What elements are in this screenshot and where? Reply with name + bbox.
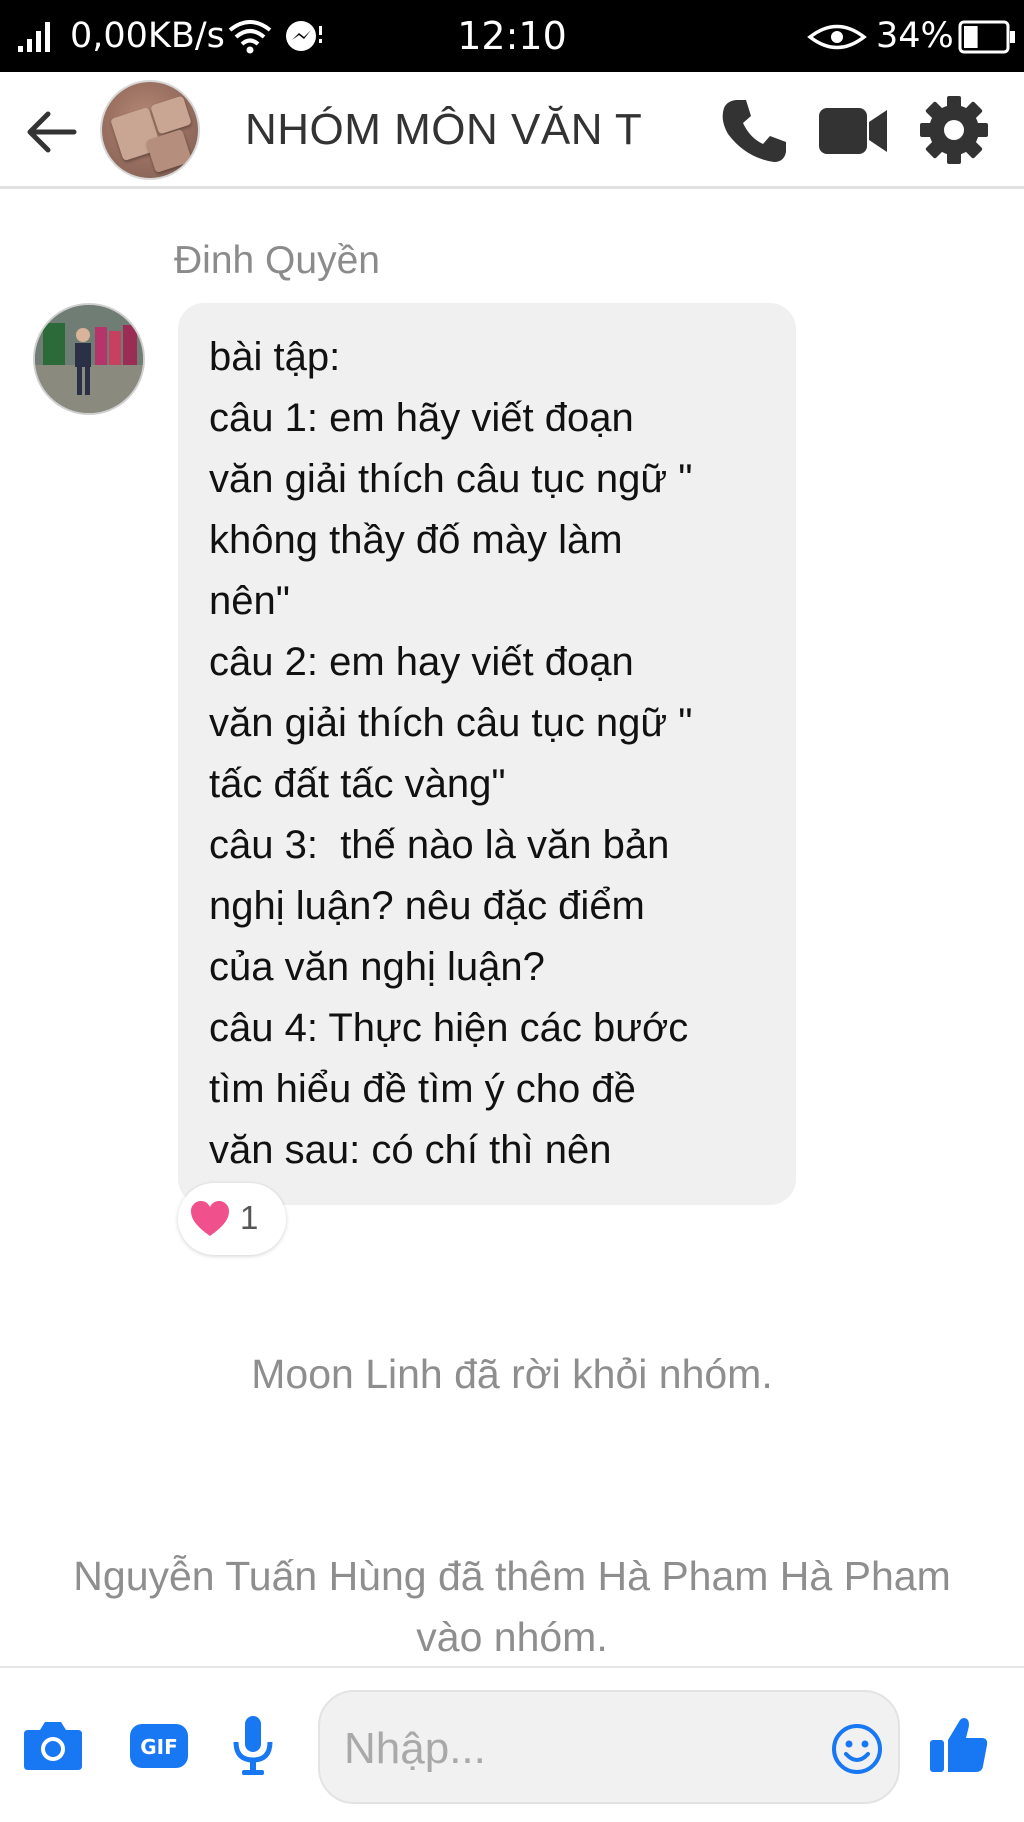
heart-icon bbox=[191, 1201, 229, 1236]
system-message-added: Nguyễn Tuấn Hùng đã thêm Hà Pham Hà Pham… bbox=[73, 1553, 951, 1660]
camera-icon[interactable] bbox=[18, 1710, 88, 1780]
message-bubble[interactable]: bài tập: câu 1: em hãy viết đoạn văn giả… bbox=[178, 303, 796, 1205]
battery-icon bbox=[958, 20, 1015, 54]
phone-icon[interactable] bbox=[718, 94, 790, 166]
microphone-icon[interactable] bbox=[218, 1710, 288, 1780]
conversation-title[interactable]: NHÓM MÔN VĂN T bbox=[245, 102, 642, 158]
gif-icon[interactable]: GIF bbox=[124, 1710, 194, 1780]
battery-percent: 34% bbox=[876, 16, 954, 56]
sender-avatar[interactable] bbox=[33, 303, 145, 415]
svg-text:GIF: GIF bbox=[140, 1735, 178, 1759]
message-composer: GIF bbox=[0, 1666, 1024, 1822]
eye-icon bbox=[807, 24, 867, 50]
group-avatar[interactable] bbox=[100, 80, 200, 180]
thumbs-up-icon[interactable] bbox=[924, 1710, 994, 1780]
reaction-count: 1 bbox=[240, 1199, 259, 1236]
reaction-badge[interactable]: 1 bbox=[178, 1183, 286, 1255]
emoji-icon[interactable] bbox=[830, 1722, 884, 1776]
clock: 12:10 bbox=[457, 14, 567, 58]
message-input-container[interactable] bbox=[318, 1690, 900, 1804]
gear-icon[interactable] bbox=[918, 94, 990, 166]
message-text: bài tập: câu 1: em hãy viết đoạn văn giả… bbox=[209, 335, 693, 1172]
video-camera-icon[interactable] bbox=[817, 94, 889, 166]
sender-name: Đinh Quyền bbox=[174, 239, 380, 282]
back-arrow-icon[interactable] bbox=[20, 102, 80, 162]
conversation-header: NHÓM MÔN VĂN T bbox=[0, 72, 1024, 189]
message-input[interactable] bbox=[342, 1712, 786, 1786]
system-message-left: Moon Linh đã rời khỏi nhóm. bbox=[251, 1351, 773, 1397]
status-bar: 0,00KB/s 12:10 34% bbox=[0, 0, 1024, 72]
